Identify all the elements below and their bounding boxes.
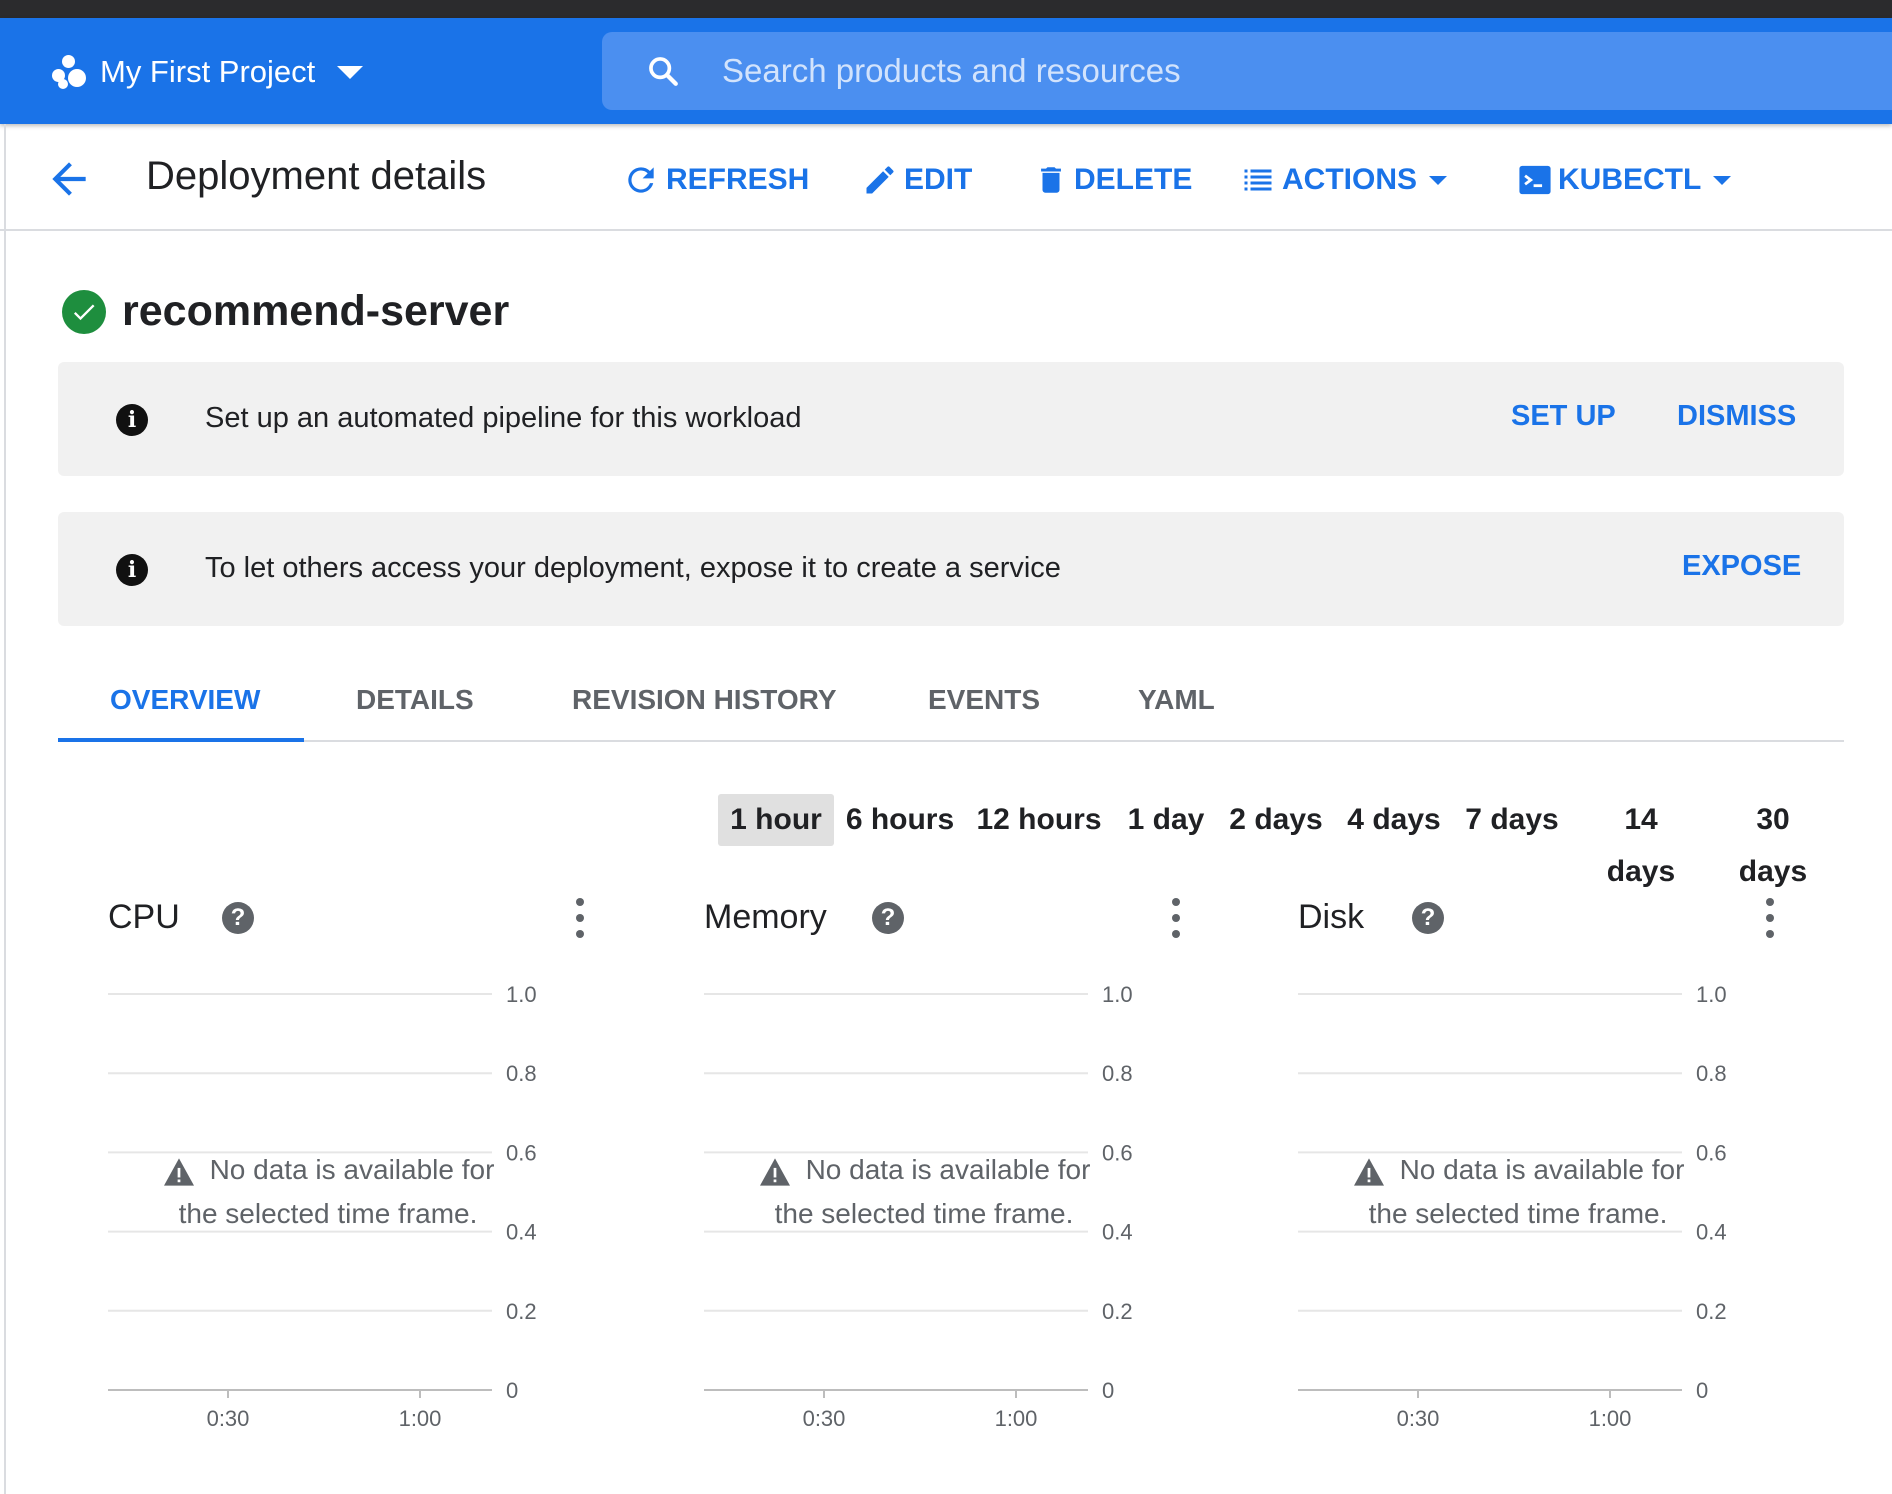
range-12-hours[interactable]: 12 hours: [976, 794, 1102, 846]
y-tick-label: 0.2: [1696, 1299, 1727, 1324]
range-4-days[interactable]: 4 days: [1346, 794, 1442, 846]
active-tab-indicator: [58, 738, 304, 742]
tab-bar: OVERVIEW DETAILS REVISION HISTORY EVENTS…: [58, 670, 1844, 742]
search-icon: [649, 57, 678, 86]
no-data-message: No data is available for the selected ti…: [724, 1148, 1124, 1236]
y-tick-label: 0.8: [1102, 1061, 1133, 1086]
tab-revision-history[interactable]: REVISION HISTORY: [572, 684, 837, 716]
range-1-day[interactable]: 1 day: [1124, 794, 1208, 846]
memory-chart: Memory ? 1.0 0.8 0.6 0.4 0.2 0 0:30 1:00 No dat…: [704, 880, 1264, 1440]
x-tick-label: 0:30: [803, 1406, 846, 1431]
pencil-icon: [866, 166, 894, 194]
warning-icon: [1353, 1157, 1384, 1186]
x-tick-label: 0:30: [1397, 1406, 1440, 1431]
banner-message: Set up an automated pipeline for this wo…: [205, 402, 802, 434]
cpu-chart: CPU ? 1.0 0.8 0.6 0.4 0.2 0 0:30 1:00 No data i…: [108, 880, 668, 1440]
edit-button[interactable]: EDIT: [862, 158, 972, 202]
warning-icon: [163, 1157, 194, 1186]
range-2-days[interactable]: 2 days: [1228, 794, 1324, 846]
tab-yaml[interactable]: YAML: [1138, 684, 1215, 716]
check-circle-icon: [62, 289, 106, 334]
y-tick-label: 0: [1696, 1378, 1708, 1403]
search-bar[interactable]: [602, 32, 1892, 110]
kubectl-menu-button[interactable]: KUBECTL: [1518, 158, 1732, 202]
x-tick-label: 1:00: [399, 1406, 442, 1431]
no-data-message: No data is available for the selected ti…: [128, 1148, 528, 1236]
dismiss-button[interactable]: DISMISS: [1677, 400, 1796, 433]
y-tick-label: 0: [1102, 1378, 1114, 1403]
page-title: Deployment details: [146, 154, 487, 198]
resource-heading: recommend-server: [62, 287, 509, 336]
set-up-button[interactable]: SET UP: [1511, 400, 1616, 433]
warning-icon: [759, 1157, 790, 1186]
range-30-days[interactable]: 30 days: [1718, 794, 1828, 888]
banner-message: To let others access your deployment, ex…: [205, 552, 1061, 584]
range-1-hour[interactable]: 1 hour: [718, 794, 834, 846]
actions-menu-button[interactable]: ACTIONS: [1240, 158, 1447, 202]
disk-chart: Disk ? 1.0 0.8 0.6 0.4 0.2 0 0:30 1:00 No data …: [1298, 880, 1858, 1440]
y-tick-label: 1.0: [506, 982, 537, 1007]
pipeline-banner: i Set up an automated pipeline for this …: [58, 362, 1844, 476]
list-icon: [1244, 169, 1272, 191]
refresh-label: REFRESH: [666, 163, 810, 196]
y-tick-label: 0.2: [506, 1299, 537, 1324]
project-dots-icon: [52, 55, 86, 89]
info-icon: i: [116, 554, 148, 586]
chevron-down-icon: [1429, 175, 1447, 185]
x-tick-label: 1:00: [1589, 1406, 1632, 1431]
no-data-line2: the selected time frame.: [178, 1198, 478, 1229]
no-data-line2: the selected time frame.: [1368, 1198, 1668, 1229]
no-data-message: No data is available for the selected ti…: [1318, 1148, 1718, 1236]
app-bar: My First Project: [0, 18, 1892, 124]
tab-overview[interactable]: OVERVIEW: [110, 684, 260, 716]
page-toolbar: Deployment details REFRESH EDIT DELETE A…: [0, 124, 1892, 231]
x-tick-label: 0:30: [207, 1406, 250, 1431]
y-tick-label: 0.2: [1102, 1299, 1133, 1324]
search-input[interactable]: [722, 52, 1722, 90]
y-tick-label: 0: [506, 1378, 518, 1403]
range-14-days[interactable]: 14 days: [1586, 794, 1696, 888]
terminal-icon: [1519, 165, 1551, 195]
chevron-down-icon: [1713, 175, 1732, 185]
chevron-down-icon: [337, 65, 364, 79]
kubectl-label: KUBECTL: [1558, 163, 1702, 196]
info-icon: i: [116, 404, 148, 436]
y-tick-label: 0.8: [1696, 1061, 1727, 1086]
delete-button[interactable]: DELETE: [1034, 158, 1192, 202]
project-selector[interactable]: My First Project: [52, 50, 364, 94]
arrow-back-icon[interactable]: [44, 154, 94, 204]
trash-icon: [1041, 167, 1061, 193]
expose-banner: i To let others access your deployment, …: [58, 512, 1844, 626]
project-name: My First Project: [100, 54, 316, 89]
left-border: [0, 124, 6, 1494]
actions-label: ACTIONS: [1282, 163, 1417, 196]
window-top-strip: [0, 0, 1892, 18]
refresh-icon: [628, 167, 654, 193]
y-tick-label: 1.0: [1696, 982, 1727, 1007]
refresh-button[interactable]: REFRESH: [622, 158, 809, 202]
y-tick-label: 1.0: [1102, 982, 1133, 1007]
edit-label: EDIT: [904, 163, 973, 196]
resource-name: recommend-server: [122, 287, 510, 335]
no-data-line1: No data is available for: [1399, 1154, 1685, 1185]
expose-button[interactable]: EXPOSE: [1682, 550, 1801, 583]
range-7-days[interactable]: 7 days: [1464, 794, 1560, 846]
no-data-line1: No data is available for: [209, 1154, 495, 1185]
tab-events[interactable]: EVENTS: [928, 684, 1040, 716]
y-tick-label: 0.8: [506, 1061, 537, 1086]
delete-label: DELETE: [1074, 163, 1193, 196]
no-data-line2: the selected time frame.: [774, 1198, 1074, 1229]
range-6-hours[interactable]: 6 hours: [842, 794, 958, 846]
x-tick-label: 1:00: [995, 1406, 1038, 1431]
no-data-line1: No data is available for: [805, 1154, 1091, 1185]
tab-details[interactable]: DETAILS: [356, 684, 474, 716]
